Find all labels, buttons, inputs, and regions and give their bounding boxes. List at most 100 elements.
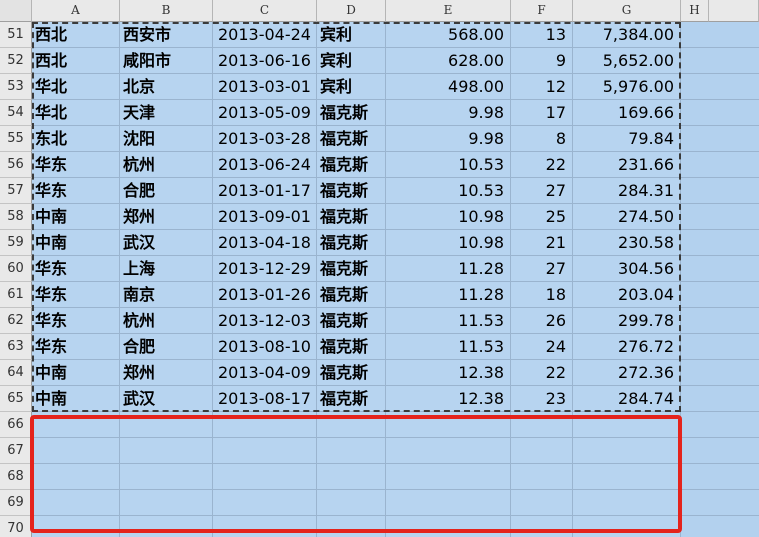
price-cell[interactable]: 11.53 xyxy=(386,308,511,334)
cell-i[interactable] xyxy=(709,126,759,152)
empty-cell[interactable] xyxy=(213,412,317,438)
date-cell[interactable]: 2013-06-24 xyxy=(213,152,317,178)
city-cell[interactable]: 北京 xyxy=(120,74,213,100)
date-cell[interactable]: 2013-12-03 xyxy=(213,308,317,334)
city-cell[interactable]: 咸阳市 xyxy=(120,48,213,74)
empty-cell[interactable] xyxy=(511,438,573,464)
row-header[interactable]: 58 xyxy=(0,204,32,230)
region-cell[interactable]: 中南 xyxy=(32,230,120,256)
city-cell[interactable]: 武汉 xyxy=(120,386,213,412)
cell-i[interactable] xyxy=(709,516,759,537)
row-header[interactable]: 56 xyxy=(0,152,32,178)
qty-cell[interactable]: 12 xyxy=(511,74,573,100)
qty-cell[interactable]: 24 xyxy=(511,334,573,360)
row-header[interactable]: 52 xyxy=(0,48,32,74)
cell-i[interactable] xyxy=(709,282,759,308)
row-header[interactable]: 70 xyxy=(0,516,32,537)
empty-cell[interactable] xyxy=(386,490,511,516)
cell-i[interactable] xyxy=(709,360,759,386)
brand-cell[interactable]: 福克斯 xyxy=(317,282,386,308)
empty-cell[interactable] xyxy=(573,412,681,438)
total-cell[interactable]: 299.78 xyxy=(573,308,681,334)
total-cell[interactable]: 304.56 xyxy=(573,256,681,282)
column-header-h[interactable]: H xyxy=(681,0,709,22)
qty-cell[interactable]: 27 xyxy=(511,256,573,282)
date-cell[interactable]: 2013-01-17 xyxy=(213,178,317,204)
row-header[interactable]: 66 xyxy=(0,412,32,438)
brand-cell[interactable]: 福克斯 xyxy=(317,230,386,256)
column-header-f[interactable]: F xyxy=(511,0,573,22)
cell-h[interactable] xyxy=(681,230,709,256)
qty-cell[interactable]: 25 xyxy=(511,204,573,230)
cell-i[interactable] xyxy=(709,438,759,464)
region-cell[interactable]: 中南 xyxy=(32,360,120,386)
price-cell[interactable]: 10.98 xyxy=(386,230,511,256)
cell-i[interactable] xyxy=(709,230,759,256)
total-cell[interactable]: 169.66 xyxy=(573,100,681,126)
cell-h[interactable] xyxy=(681,204,709,230)
region-cell[interactable]: 华东 xyxy=(32,178,120,204)
city-cell[interactable]: 杭州 xyxy=(120,308,213,334)
total-cell[interactable]: 79.84 xyxy=(573,126,681,152)
cell-h[interactable] xyxy=(681,178,709,204)
qty-cell[interactable]: 13 xyxy=(511,22,573,48)
qty-cell[interactable]: 22 xyxy=(511,152,573,178)
region-cell[interactable]: 中南 xyxy=(32,204,120,230)
empty-cell[interactable] xyxy=(32,516,120,537)
row-header[interactable]: 65 xyxy=(0,386,32,412)
row-header[interactable]: 63 xyxy=(0,334,32,360)
brand-cell[interactable]: 宾利 xyxy=(317,74,386,100)
empty-cell[interactable] xyxy=(32,438,120,464)
city-cell[interactable]: 合肥 xyxy=(120,334,213,360)
cell-i[interactable] xyxy=(709,334,759,360)
empty-cell[interactable] xyxy=(213,464,317,490)
spreadsheet-grid[interactable]: A B C D E F G H 51 西北 西安市 2013-04-24 宾利 568.00 13 7,384… xyxy=(0,0,759,537)
cell-h[interactable] xyxy=(681,412,709,438)
empty-cell[interactable] xyxy=(317,490,386,516)
empty-cell[interactable] xyxy=(511,464,573,490)
date-cell[interactable]: 2013-08-10 xyxy=(213,334,317,360)
date-cell[interactable]: 2013-12-29 xyxy=(213,256,317,282)
qty-cell[interactable]: 21 xyxy=(511,230,573,256)
cell-h[interactable] xyxy=(681,100,709,126)
qty-cell[interactable]: 18 xyxy=(511,282,573,308)
price-cell[interactable]: 498.00 xyxy=(386,74,511,100)
empty-cell[interactable] xyxy=(386,412,511,438)
city-cell[interactable]: 天津 xyxy=(120,100,213,126)
cell-h[interactable] xyxy=(681,22,709,48)
cell-h[interactable] xyxy=(681,490,709,516)
row-header[interactable]: 67 xyxy=(0,438,32,464)
region-cell[interactable]: 东北 xyxy=(32,126,120,152)
empty-cell[interactable] xyxy=(573,516,681,537)
price-cell[interactable]: 12.38 xyxy=(386,360,511,386)
price-cell[interactable]: 10.98 xyxy=(386,204,511,230)
cell-h[interactable] xyxy=(681,308,709,334)
row-header[interactable]: 69 xyxy=(0,490,32,516)
brand-cell[interactable]: 福克斯 xyxy=(317,178,386,204)
brand-cell[interactable]: 福克斯 xyxy=(317,100,386,126)
region-cell[interactable]: 西北 xyxy=(32,22,120,48)
price-cell[interactable]: 11.28 xyxy=(386,256,511,282)
cell-h[interactable] xyxy=(681,74,709,100)
city-cell[interactable]: 武汉 xyxy=(120,230,213,256)
row-header[interactable]: 53 xyxy=(0,74,32,100)
qty-cell[interactable]: 22 xyxy=(511,360,573,386)
total-cell[interactable]: 5,976.00 xyxy=(573,74,681,100)
empty-cell[interactable] xyxy=(573,464,681,490)
cell-i[interactable] xyxy=(709,178,759,204)
row-header[interactable]: 55 xyxy=(0,126,32,152)
region-cell[interactable]: 中南 xyxy=(32,386,120,412)
empty-cell[interactable] xyxy=(213,438,317,464)
cell-i[interactable] xyxy=(709,386,759,412)
total-cell[interactable]: 276.72 xyxy=(573,334,681,360)
brand-cell[interactable]: 福克斯 xyxy=(317,204,386,230)
total-cell[interactable]: 7,384.00 xyxy=(573,22,681,48)
row-header[interactable]: 57 xyxy=(0,178,32,204)
empty-cell[interactable] xyxy=(573,438,681,464)
cell-i[interactable] xyxy=(709,308,759,334)
price-cell[interactable]: 10.53 xyxy=(386,178,511,204)
empty-cell[interactable] xyxy=(120,464,213,490)
empty-cell[interactable] xyxy=(386,464,511,490)
empty-cell[interactable] xyxy=(213,490,317,516)
qty-cell[interactable]: 8 xyxy=(511,126,573,152)
